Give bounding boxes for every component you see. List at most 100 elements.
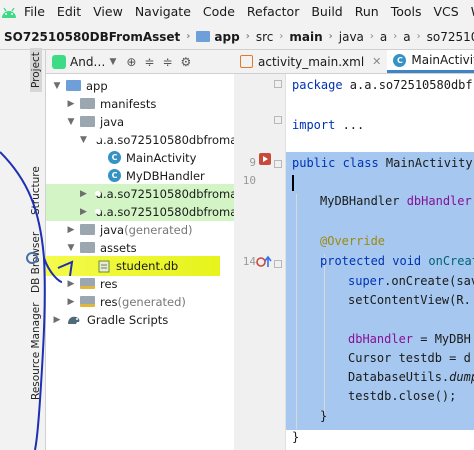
breadcrumb-item[interactable]: app › [192, 30, 251, 44]
tree-row-manifests[interactable]: ▶ manifests [46, 94, 234, 113]
tree-row-app[interactable]: ▼ app [46, 76, 234, 95]
chevron-right-icon: › [393, 31, 398, 42]
code-line: Cursor testdb = d [348, 351, 471, 365]
chevron-right-icon[interactable]: ▶ [66, 279, 76, 289]
run-gutter-icon[interactable] [258, 152, 272, 166]
tree-row-package[interactable]: ▼ a.a.so72510580dbfromasset [46, 130, 234, 149]
chevron-right-icon[interactable]: ▶ [66, 99, 76, 109]
tree-row-res[interactable]: ▶ res [46, 274, 234, 293]
chevron-right-icon[interactable]: ▶ [80, 189, 87, 199]
chevron-right-icon[interactable]: ▶ [66, 225, 76, 235]
folder-icon [80, 242, 95, 253]
tree-label-suffix: (generated) [124, 222, 193, 237]
chevron-down-icon[interactable]: ▼ [52, 81, 62, 91]
tree-row-student-db[interactable]: student.db [46, 256, 220, 276]
tree-row-res-generated[interactable]: ▶ res (generated) [46, 292, 234, 311]
tree-label: a.a.so72510580dbfromasset [95, 204, 234, 219]
folder-icon [80, 116, 95, 127]
tree-row-java[interactable]: ▼ java [46, 112, 234, 131]
tree-label: app [86, 78, 108, 93]
menu-file[interactable]: File [18, 0, 51, 24]
add-icon[interactable]: ⊕ [126, 55, 136, 69]
breadcrumb-item[interactable]: main › [285, 30, 334, 44]
code-line: public class MainActivity [292, 156, 473, 170]
editor-gutter: 9 10 14 [234, 74, 286, 450]
tree-row-java-generated[interactable]: ▶ java (generated) [46, 220, 234, 239]
chevron-right-icon[interactable]: ▶ [52, 315, 62, 325]
breadcrumb-project[interactable]: SO72510580DBFromAsset › [0, 30, 192, 44]
res-folder-icon [80, 278, 95, 289]
menu-navigate[interactable]: Navigate [129, 0, 197, 24]
tree-row-mainactivity[interactable]: C MainActivity [46, 148, 234, 167]
tree-label: manifests [100, 96, 157, 111]
code-line: } [320, 409, 328, 423]
code-line: @Override [320, 234, 386, 248]
code-line: testdb.close(); [348, 389, 457, 403]
menu-window[interactable]: Window [465, 0, 474, 24]
tool-tab-structure[interactable]: Structure [30, 166, 42, 215]
tree-label: java [100, 222, 125, 237]
tree-row-package[interactable]: ▶ a.a.so72510580dbfromasset [46, 184, 234, 203]
project-tree: ▼ app ▶ manifests ▼ java ▼ a.a.so7251058… [46, 74, 234, 450]
chevron-right-icon[interactable]: ▶ [80, 207, 87, 217]
xml-file-icon [240, 55, 253, 68]
code-line: setContentView(R. [348, 293, 471, 307]
menu-edit[interactable]: Edit [51, 0, 87, 24]
tree-row-assets[interactable]: ▼ assets [46, 238, 234, 257]
breadcrumb-item[interactable]: a › [399, 30, 422, 44]
settings-icon[interactable]: ⚙ [181, 55, 192, 69]
line-number: 10 [242, 174, 256, 187]
tool-tab-project[interactable]: Project [30, 48, 42, 92]
breadcrumb-item[interactable]: src › [252, 30, 286, 44]
chevron-down-icon[interactable]: ▼ [66, 117, 76, 127]
chevron-down-icon[interactable]: ▼ [66, 243, 76, 253]
tab-label: MainActivity.java [411, 53, 474, 67]
folder-icon [80, 224, 95, 235]
tab-activity-main-xml[interactable]: activity_main.xml ✕ [234, 50, 387, 73]
project-view-selector[interactable]: And… [70, 55, 105, 69]
menu-code[interactable]: Code [197, 0, 241, 24]
tree-label: res [100, 294, 118, 309]
menu-tools[interactable]: Tools [385, 0, 428, 24]
tree-row-gradle-scripts[interactable]: ▶ Gradle Scripts [46, 310, 234, 329]
code-line: } [292, 430, 300, 444]
tab-mainactivity-java[interactable]: C MainActivity.java [387, 50, 474, 73]
code-line: protected void onCreat [320, 254, 474, 268]
menu-build[interactable]: Build [305, 0, 348, 24]
breadcrumb-item[interactable]: java › [335, 30, 376, 44]
chevron-right-icon: › [369, 31, 374, 42]
tool-tab-resource-manager[interactable]: Resource Manager [30, 302, 42, 400]
fold-marker-icon[interactable] [274, 116, 282, 124]
breadcrumb-item[interactable]: so72510580dbfromasset› [423, 30, 474, 44]
menu-view[interactable]: View [87, 0, 129, 24]
code-editor[interactable]: package a.a.so72510580dbf import ... pub… [286, 74, 474, 450]
menu-run[interactable]: Run [349, 0, 385, 24]
db-file-icon [98, 260, 110, 272]
chevron-right-icon: › [416, 31, 421, 42]
tree-label-suffix: (generated) [117, 294, 186, 309]
override-method-icon[interactable] [256, 255, 272, 269]
menu-refactor[interactable]: Refactor [241, 0, 305, 24]
tab-label: activity_main.xml [258, 54, 365, 69]
tree-row-package[interactable]: ▶ a.a.so72510580dbfromasset [46, 202, 234, 221]
project-panel-header: And… ▼ ⊕ ≑ ≑ ⚙ [46, 50, 234, 74]
menu-vcs[interactable]: VCS [428, 0, 465, 24]
chevron-down-icon[interactable]: ▼ [80, 135, 87, 145]
collapse-all-icon[interactable]: ≑ [144, 55, 154, 69]
close-icon[interactable]: ✕ [372, 55, 381, 68]
chevron-right-icon[interactable]: ▶ [66, 297, 76, 307]
fold-marker-icon[interactable] [274, 260, 282, 268]
expand-all-icon[interactable]: ≑ [162, 55, 172, 69]
tree-row-mydbhandler[interactable]: C MyDBHandler [46, 166, 234, 185]
tree-label: assets [100, 240, 137, 255]
db-browser-icon[interactable] [26, 252, 38, 264]
code-line: MyDBHandler dbHandler [320, 194, 472, 208]
code-line: package a.a.so72510580dbf [292, 78, 473, 92]
fold-marker-icon[interactable] [274, 80, 282, 88]
breadcrumb-item[interactable]: a › [376, 30, 399, 44]
dropdown-arrow-icon[interactable]: ▼ [109, 57, 116, 67]
class-icon: C [108, 169, 121, 182]
fold-marker-icon[interactable] [274, 160, 282, 168]
chevron-right-icon: › [186, 31, 191, 42]
class-icon: C [393, 53, 407, 67]
